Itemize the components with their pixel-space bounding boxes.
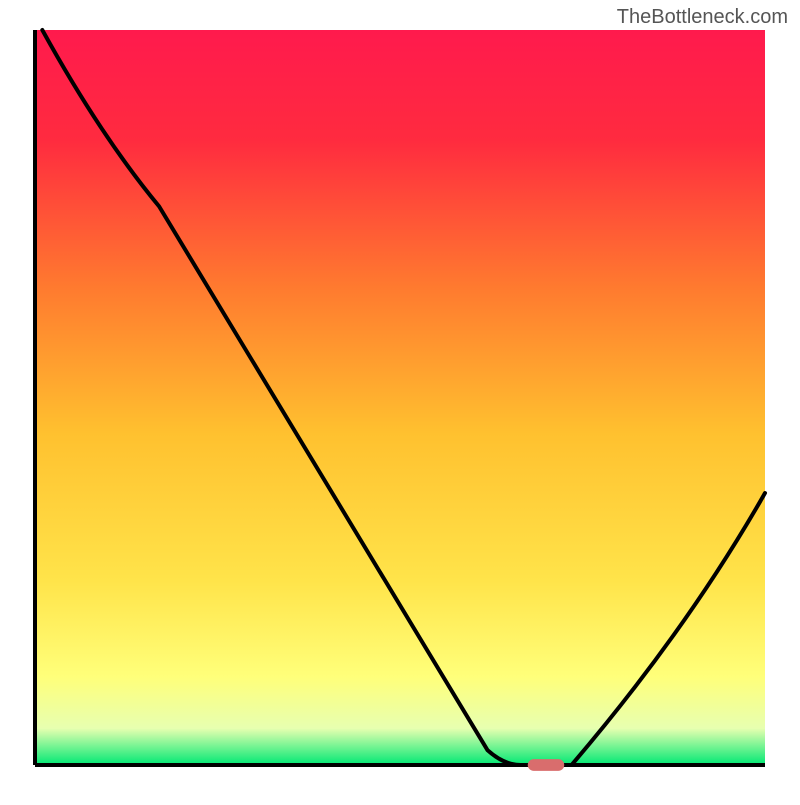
watermark: TheBottleneck.com <box>617 6 788 29</box>
gradient-area <box>35 30 765 765</box>
marker <box>528 759 565 771</box>
chart-svg <box>0 0 800 800</box>
